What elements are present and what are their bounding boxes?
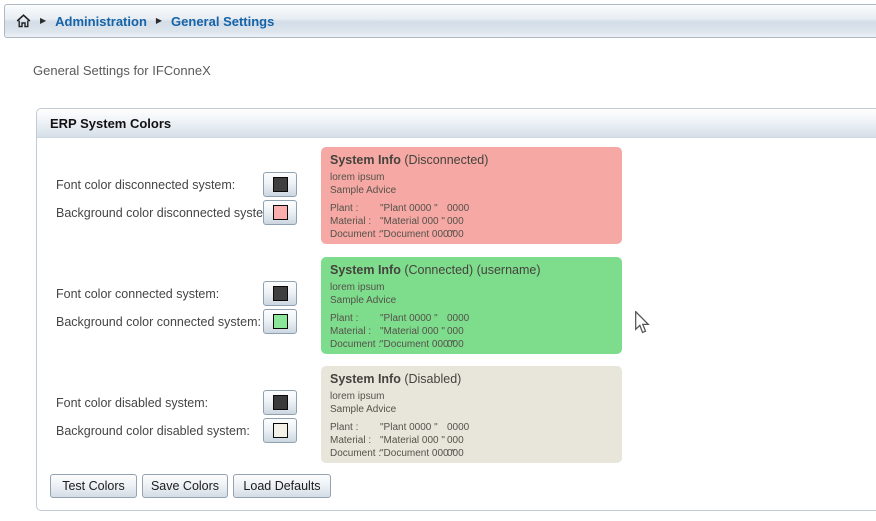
font-disconnected-swatch <box>273 177 288 192</box>
card-line: Sample Advice <box>330 294 613 307</box>
row-bg-connected: Background color connected system: <box>56 309 297 334</box>
preview-card-connected: System Info (Connected) (username) lorem… <box>321 257 622 354</box>
home-icon[interactable] <box>16 14 31 28</box>
bg-disabled-swatch <box>273 423 288 438</box>
bg-disabled-label: Background color disabled system: <box>56 424 250 438</box>
row-font-connected: Font color connected system: <box>56 281 297 306</box>
font-connected-swatch <box>273 286 288 301</box>
bg-disabled-color-button[interactable] <box>263 418 297 443</box>
test-colors-button[interactable]: Test Colors <box>50 474 137 498</box>
card-line: Sample Advice <box>330 184 613 197</box>
card-detail-rows: Plant :"Plant 0000 "0000 Material :"Mate… <box>330 421 613 460</box>
font-connected-label: Font color connected system: <box>56 287 219 301</box>
font-disabled-color-button[interactable] <box>263 390 297 415</box>
card-line: lorem ipsum <box>330 390 613 403</box>
card-line: lorem ipsum <box>330 281 613 294</box>
save-colors-button[interactable]: Save Colors <box>142 474 228 498</box>
breadcrumb: ▶ Administration ▶ General Settings <box>4 4 876 38</box>
row-font-disconnected: Font color disconnected system: <box>56 172 297 197</box>
card-title: System Info (Disabled) <box>330 371 613 388</box>
card-line: Sample Advice <box>330 403 613 416</box>
panel-title: ERP System Colors <box>50 116 171 131</box>
bg-disconnected-swatch <box>273 205 288 220</box>
breadcrumb-link-administration[interactable]: Administration <box>55 14 147 29</box>
font-disabled-label: Font color disabled system: <box>56 396 208 410</box>
font-connected-color-button[interactable] <box>263 281 297 306</box>
bg-disconnected-color-button[interactable] <box>263 200 297 225</box>
general-settings-page: ▶ Administration ▶ General Settings Gene… <box>0 0 876 521</box>
chevron-separator-icon: ▶ <box>156 17 162 25</box>
card-detail-rows: Plant :"Plant 0000 "0000 Material :"Mate… <box>330 202 613 241</box>
breadcrumb-link-general-settings[interactable]: General Settings <box>171 14 274 29</box>
card-line: lorem ipsum <box>330 171 613 184</box>
card-title: System Info (Disconnected) <box>330 152 613 169</box>
card-title: System Info (Connected) (username) <box>330 262 613 279</box>
page-subtitle: General Settings for IFConneX <box>33 63 211 78</box>
bg-connected-label: Background color connected system: <box>56 315 261 329</box>
row-bg-disabled: Background color disabled system: <box>56 418 297 443</box>
font-disconnected-label: Font color disconnected system: <box>56 178 235 192</box>
bg-connected-swatch <box>273 314 288 329</box>
row-font-disabled: Font color disabled system: <box>56 390 297 415</box>
preview-card-disconnected: System Info (Disconnected) lorem ipsum S… <box>321 147 622 244</box>
font-disabled-swatch <box>273 395 288 410</box>
bg-connected-color-button[interactable] <box>263 309 297 334</box>
mouse-cursor-icon <box>634 311 650 335</box>
load-defaults-button[interactable]: Load Defaults <box>233 474 331 498</box>
preview-card-disabled: System Info (Disabled) lorem ipsum Sampl… <box>321 366 622 463</box>
card-detail-rows: Plant :"Plant 0000 "0000 Material :"Mate… <box>330 312 613 351</box>
chevron-separator-icon: ▶ <box>40 17 46 25</box>
row-bg-disconnected: Background color disconnected system: <box>56 200 297 225</box>
font-disconnected-color-button[interactable] <box>263 172 297 197</box>
bg-disconnected-label: Background color disconnected system: <box>56 206 277 220</box>
panel-header: ERP System Colors <box>37 109 876 138</box>
